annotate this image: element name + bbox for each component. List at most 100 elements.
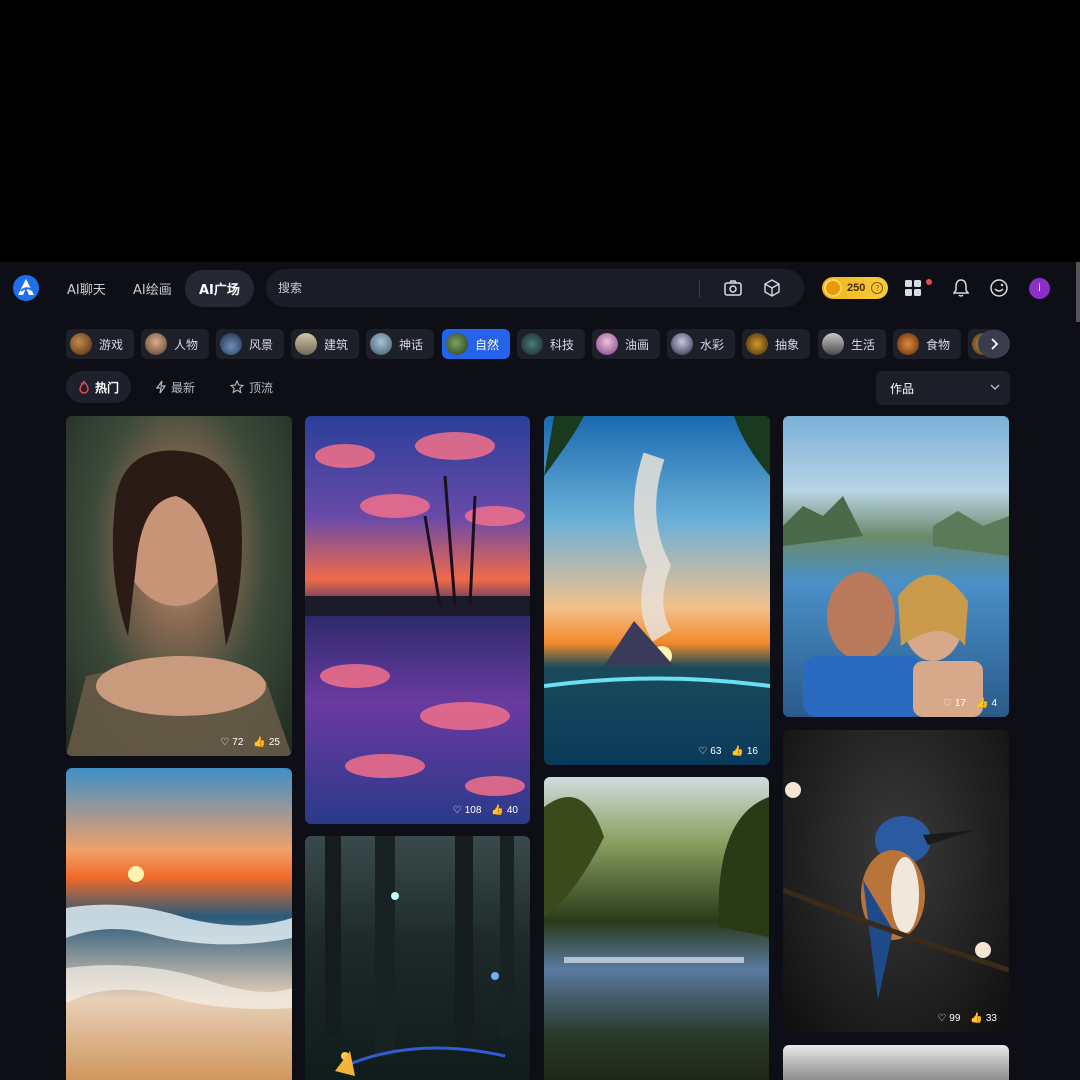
category-chip-mythology[interactable]: 神话 — [366, 329, 434, 359]
sort-tab-label: 最新 — [171, 380, 196, 395]
category-label: 油画 — [625, 337, 650, 352]
category-thumb — [370, 333, 392, 355]
category-chip-food[interactable]: 食物 — [893, 329, 961, 359]
heart-icon: ♡ — [698, 746, 708, 757]
category-thumb — [746, 333, 768, 355]
like-count[interactable]: ♡ 108 — [453, 805, 482, 816]
category-thumb — [521, 333, 543, 355]
card-stats: ♡ 108 👍 40 — [453, 805, 518, 816]
thumb-count[interactable]: 👍 4 — [976, 698, 997, 709]
category-label: 抽象 — [775, 337, 800, 352]
gallery-card[interactable]: ♡ 72 👍 25 — [66, 416, 292, 756]
category-chip-nature[interactable]: 自然 — [442, 329, 510, 359]
notification-dot — [926, 279, 932, 285]
thumb-count[interactable]: 👍 25 — [253, 737, 280, 748]
cube-icon[interactable] — [761, 278, 783, 298]
category-label: 科技 — [550, 337, 575, 352]
chevron-right-icon — [991, 338, 999, 350]
category-thumb — [145, 333, 167, 355]
nav-tab-ai-square[interactable]: AI广场 — [185, 270, 254, 307]
thumb-count[interactable]: 👍 33 — [970, 1013, 997, 1024]
category-label: 神话 — [399, 337, 424, 352]
category-chip-oil-painting[interactable]: 油画 — [592, 329, 660, 359]
card-stats: ♡ 63 👍 16 — [698, 746, 758, 757]
search-divider — [699, 280, 700, 298]
category-chip-life[interactable]: 生活 — [818, 329, 886, 359]
category-label: 游戏 — [99, 337, 124, 352]
category-thumb — [220, 333, 242, 355]
category-chip-game[interactable]: 游戏 — [66, 329, 134, 359]
category-label: 食物 — [926, 337, 951, 352]
thumb-count[interactable]: 👍 16 — [731, 746, 758, 757]
like-count[interactable]: ♡ 17 — [943, 698, 966, 709]
nav-tab-ai-chat[interactable]: AI聊天 — [53, 270, 120, 307]
thumb-count[interactable]: 👍 40 — [491, 805, 518, 816]
heart-icon: ♡ — [452, 805, 462, 816]
category-thumb — [295, 333, 317, 355]
category-thumb — [70, 333, 92, 355]
thumbs-up-icon: 👍 — [491, 805, 504, 816]
gallery-card[interactable] — [544, 777, 769, 1080]
category-chip-technology[interactable]: 科技 — [517, 329, 585, 359]
category-chip-watercolor[interactable]: 水彩 — [667, 329, 735, 359]
flame-icon — [79, 380, 89, 394]
like-count[interactable]: ♡ 72 — [220, 737, 243, 748]
gallery-card[interactable]: ♡ 99 👍 33 — [783, 730, 1009, 1032]
category-label: 自然 — [475, 337, 500, 352]
gallery-card[interactable]: ♡ 63 👍 16 — [544, 416, 770, 765]
gallery-card[interactable] — [783, 1045, 1009, 1080]
works-filter-select[interactable]: 作品 — [876, 371, 1010, 405]
user-avatar[interactable]: i — [1029, 278, 1050, 299]
like-count[interactable]: ♡ 63 — [698, 746, 721, 757]
category-chip-abstract[interactable]: 抽象 — [742, 329, 810, 359]
artwork-image — [66, 450, 292, 756]
black-letterbox-area — [0, 0, 1080, 262]
heart-icon: ♡ — [942, 698, 952, 709]
help-icon[interactable]: ? — [871, 282, 884, 294]
category-chip-landscape[interactable]: 风景 — [216, 329, 284, 359]
artwork-image — [783, 496, 1009, 717]
category-label: 人物 — [174, 337, 199, 352]
apps-grid-icon[interactable] — [904, 279, 922, 297]
heart-icon: ♡ — [937, 1013, 947, 1024]
category-next-button[interactable] — [978, 330, 1010, 358]
top-header: AI聊天 AI绘画 AI广场 250 ? i — [0, 262, 1080, 315]
chevron-down-icon — [990, 384, 1000, 390]
category-chip-people[interactable]: 人物 — [141, 329, 209, 359]
gallery-card[interactable] — [305, 836, 530, 1080]
category-thumb — [446, 333, 468, 355]
coin-icon — [824, 279, 842, 297]
category-label: 水彩 — [700, 337, 725, 352]
coin-balance[interactable]: 250 ? — [822, 277, 888, 299]
card-stats: ♡ 99 👍 33 — [937, 1013, 997, 1024]
thumbs-up-icon: 👍 — [970, 1013, 983, 1024]
thumbs-up-icon: 👍 — [253, 737, 266, 748]
gallery-card[interactable] — [66, 768, 292, 1080]
heart-icon: ♡ — [220, 737, 230, 748]
nav-tab-ai-painting[interactable]: AI绘画 — [119, 270, 186, 307]
sort-tab-latest[interactable]: 最新 — [144, 371, 207, 403]
card-stats: ♡ 72 👍 25 — [220, 737, 280, 748]
bell-icon[interactable] — [951, 278, 971, 298]
sort-tab-top[interactable]: 顶流 — [218, 371, 285, 403]
sort-tab-label: 热门 — [95, 380, 120, 395]
category-chip-architecture[interactable]: 建筑 — [291, 329, 359, 359]
artwork-image — [325, 836, 514, 1076]
card-stats: ♡ 17 👍 4 — [943, 698, 997, 709]
sort-tab-hot[interactable]: 热门 — [66, 371, 132, 403]
like-count[interactable]: ♡ 99 — [937, 1013, 960, 1024]
category-thumb — [596, 333, 618, 355]
smiley-icon[interactable] — [989, 278, 1009, 298]
page-scrollbar[interactable] — [1076, 262, 1080, 322]
category-bar: 游戏 人物 风景 建筑 神话 自然 科技 油画 水彩 抽象 生活 食物 — [66, 329, 1010, 359]
artwork-image — [544, 416, 770, 688]
category-thumb — [671, 333, 693, 355]
app-logo-icon[interactable] — [12, 274, 40, 302]
star-icon — [230, 380, 244, 394]
select-value: 作品 — [890, 381, 915, 396]
search-input[interactable] — [278, 269, 688, 307]
gallery-card[interactable]: ♡ 17 👍 4 — [783, 416, 1009, 717]
sort-tab-label: 顶流 — [249, 380, 274, 395]
gallery-card[interactable]: ♡ 108 👍 40 — [305, 416, 530, 824]
camera-icon[interactable] — [722, 278, 744, 298]
